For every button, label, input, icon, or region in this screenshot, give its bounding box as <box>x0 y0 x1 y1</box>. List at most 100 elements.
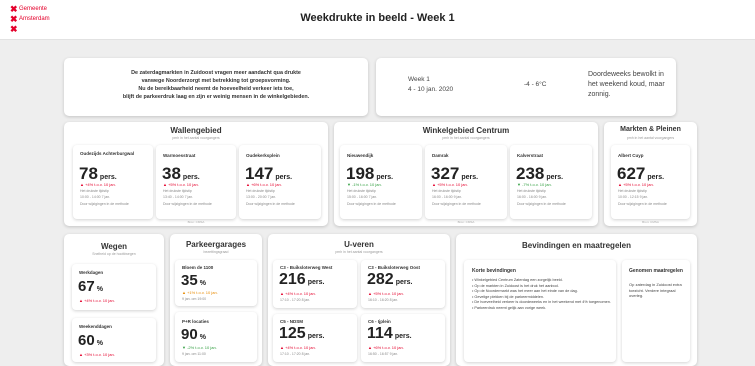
maatregelen-text: Op zaterdag in Zuidoost extra toezicht. … <box>629 282 682 299</box>
garage-tile[interactable]: Bloem de 1100 35% ▲ +1% t.o.v. 10 jan. 9… <box>175 260 257 306</box>
peak-label: Het drukste tijdstip <box>246 189 275 193</box>
change-indicator: ▲ +4% t.o.v. 10 jan. <box>280 291 316 296</box>
peak-label: Het drukste tijdstip <box>618 189 647 193</box>
location-tile[interactable]: Warmoesstraat 38 pers. ▲ +5% t.o.v. 10 ja… <box>156 145 236 219</box>
ferry-tile[interactable]: C3 - Buiksloterweg Oost 282 pers. ▲ +5% t… <box>361 260 445 308</box>
change-indicator: ▲ +5% t.o.v. 10 jan. <box>368 291 404 296</box>
temperature: -4 - 6°C <box>524 81 547 88</box>
peak-time: 16:10 - 16:20 8 jan. <box>368 298 399 302</box>
method-note: Door wijzigingen in de methode <box>432 202 481 206</box>
location-label: Kalverstraat <box>517 153 544 158</box>
visitor-count: 198 pers. <box>346 164 394 183</box>
peak-label: Het drukste tijdstip <box>163 189 192 193</box>
ferry-tile[interactable]: C6 - Ijplein 114 pers. ▲ +6% t.o.v. 10 ja… <box>361 314 445 362</box>
change-indicator: ▲ +6% t.o.v. 10 jan. <box>368 345 404 350</box>
garage-label: Bloem de 1100 <box>182 265 214 270</box>
winkelgebied-centrum-card: Winkelgebied Centrum pmh in het aantal v… <box>334 122 598 226</box>
peak-time: 17:10 - 17:20 8 jan. <box>280 352 311 356</box>
visitor-count: 147 pers. <box>245 164 293 183</box>
occupancy-percentage: 90% <box>181 326 206 343</box>
peak-label: Het drukste tijdstip <box>432 189 461 193</box>
location-tile[interactable]: Nieuwendijk 198 pers. ▼ -1% t.o.v. 10 jan… <box>340 145 422 219</box>
change-indicator: ▲ +3% t.o.v. 10 jan. <box>79 352 115 357</box>
peak-label: Het drukste tijdstip <box>517 189 546 193</box>
findings-list: Winkelgebied Centrum Zaterdag een zorgel… <box>472 278 612 312</box>
change-indicator: ▲ +5% t.o.v. 10 jan. <box>432 182 468 187</box>
garage-tile[interactable]: P+R locaties 90% ▼ -2% t.o.v. 10 jan. 9 … <box>175 312 257 362</box>
location-label: Warmoesstraat <box>163 153 196 158</box>
peak-time: 16:50 - 16:57 9 jan. <box>368 352 399 356</box>
peak-label: Het drukste tijdstip <box>80 189 109 193</box>
peak-time: 17:10 - 17:20 8 jan. <box>280 298 311 302</box>
andreas-cross-icon: ✖ <box>10 24 18 34</box>
page-title: Weekdrukte in beeld - Week 1 <box>300 12 455 24</box>
intro-line: Nu de bereikbaarheid neemt de hoeveelhei… <box>138 86 294 92</box>
location-label: Oudekerksplein <box>246 153 280 158</box>
peak-time: 10:00 - 12:15 9 jan. <box>618 195 649 199</box>
section-title: Wallengebied <box>170 126 222 135</box>
finding-item: Parkeerdruk neemt gelijk aan vorige week… <box>472 306 612 312</box>
korte-bevindingen-title: Korte bevindingen <box>472 268 516 274</box>
wallengebied-card: Wallengebied pmh in het aantal voorgange… <box>64 122 328 226</box>
change-indicator: ▲ +4% t.o.v. 10 jan. <box>280 345 316 350</box>
markten-pleinen-card: Markten & Pleinen pmh in het aantal voor… <box>604 122 697 226</box>
change-indicator: ▼ -2% t.o.v. 10 jan. <box>182 345 217 350</box>
peak-time: 15:00 - 16:00 7 jan. <box>347 195 378 199</box>
visitor-count: 78 pers. <box>79 164 117 183</box>
weather-description: Doordeweeks bewolkt in het weekend koud,… <box>588 71 665 98</box>
maatregelen-title: Genomen maatregelen <box>629 268 683 274</box>
occupancy-percentage: 35% <box>181 272 206 289</box>
section-title: Parkeergarages <box>185 240 247 249</box>
road-label: Weekenddagen <box>79 324 112 329</box>
location-tile[interactable]: Damrak 327 pers. ▲ +5% t.o.v. 10 jan. Het… <box>425 145 507 219</box>
location-tile[interactable]: Albert Cuyp 627 pers. ▲ +5% t.o.v. 10 jan… <box>611 145 690 219</box>
method-note: Door wijzigingen in de methode <box>163 202 212 206</box>
week-label: Week 1 <box>408 76 430 83</box>
intro-line: De zaterdagmarkten in Zuidoost vragen me… <box>131 70 301 76</box>
method-note: Door wijzigingen in de methode <box>246 202 295 206</box>
passenger-count: 114 pers. <box>367 325 412 342</box>
location-tile[interactable]: Oudekerksplein 147 pers. ▲ +6% t.o.v. 10 … <box>239 145 321 219</box>
section-title: Markten & Pleinen <box>620 126 681 133</box>
road-speed-tile[interactable]: Weekenddagen 60% ▲ +3% t.o.v. 10 jan. <box>72 318 156 362</box>
speed-percentage: 60% <box>78 332 103 349</box>
peak-time: 10:00 - 14:00 7 jan. <box>80 195 111 199</box>
section-title: Wegen <box>100 242 128 251</box>
visitor-count: 627 pers. <box>617 164 665 183</box>
section-subtitle: Snelheid op de hoofdwegen <box>92 252 136 256</box>
measure-time: 9 jan. om 19:00 <box>182 297 207 301</box>
visitor-count: 238 pers. <box>516 164 564 183</box>
intro-summary-card: De zaterdagmarkten in Zuidoost vragen me… <box>64 58 368 116</box>
visitor-count: 327 pers. <box>431 164 479 183</box>
u-veren-card: U-veren pmh in het aantal voorgangers C3… <box>268 234 450 366</box>
garage-label: P+R locaties <box>182 319 209 324</box>
road-label: Werkdagen <box>79 270 104 275</box>
change-indicator: ▲ +6% t.o.v. 10 jan. <box>246 182 282 187</box>
section-title: U-veren <box>344 240 374 249</box>
road-speed-tile[interactable]: Werkdagen 67% ▲ +4% t.o.v. 10 jan. <box>72 264 156 310</box>
section-title: Bevindingen en maatregelen <box>522 241 631 250</box>
section-subtitle: pmh in het aantal voorgangers <box>335 250 383 254</box>
section-subtitle: pmh in het aantal voorgangers <box>626 136 675 140</box>
method-note: Door wijzigingen in de methode <box>80 202 129 206</box>
week-dates: 4 - 10 jan. 2020 <box>408 86 454 93</box>
bevindingen-card: Bevindingen en maatregelen Korte bevindi… <box>456 234 697 366</box>
source-note: Bron: CMSA <box>187 220 205 224</box>
change-indicator: ▼ -1% t.o.v. 10 jan. <box>347 182 382 187</box>
change-indicator: ▲ +4% t.o.v. 10 jan. <box>80 182 116 187</box>
section-subtitle: pmh in het aantal voorgangers <box>172 136 220 140</box>
section-subtitle: pmh in het aantal voorgangers <box>442 136 490 140</box>
ferry-tile[interactable]: C3 - Buiksloterweg West 216 pers. ▲ +4% t… <box>273 260 357 308</box>
location-tile[interactable]: Oudezijds Achterburgwal 78 pers. ▲ +4% t.… <box>73 145 153 219</box>
location-tile[interactable]: Kalverstraat 238 pers. ▼ -7% t.o.v. 10 ja… <box>510 145 592 219</box>
location-label: Nieuwendijk <box>347 153 374 158</box>
peak-time: 13:40 - 14:00 7 jan. <box>163 195 194 199</box>
location-label: Albert Cuyp <box>618 153 644 158</box>
passenger-count: 216 pers. <box>279 271 325 288</box>
korte-bevindingen-panel: Korte bevindingen Winkelgebied Centrum Z… <box>464 260 616 362</box>
change-indicator: ▲ +1% t.o.v. 10 jan. <box>182 290 218 295</box>
passenger-count: 282 pers. <box>367 271 413 288</box>
ferry-tile[interactable]: C5 - NDSM 125 pers. ▲ +4% t.o.v. 10 jan. … <box>273 314 357 362</box>
peak-time: 16:00 - 16:00 9 jan. <box>517 195 548 199</box>
visitor-count: 38 pers. <box>162 164 200 183</box>
